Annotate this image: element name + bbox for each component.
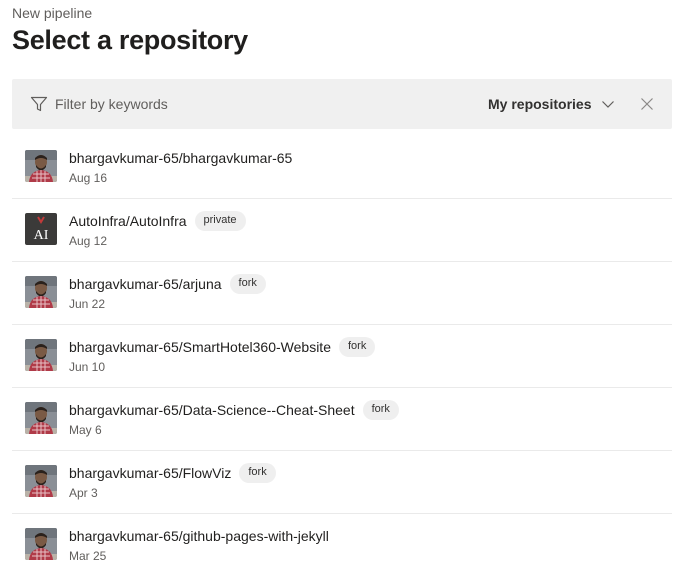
repository-list: bhargavkumar-65/bhargavkumar-65 Aug 16 AI… — [12, 136, 672, 576]
repository-date: Apr 3 — [69, 486, 98, 500]
repository-date: Mar 25 — [69, 549, 107, 563]
avatar — [25, 528, 57, 560]
repository-badge: private — [194, 211, 246, 231]
repository-row[interactable]: AI AutoInfra/AutoInfra private Aug 12 — [12, 199, 672, 262]
repository-title-line: bhargavkumar-65/SmartHotel360-Website for… — [69, 337, 376, 357]
repository-row[interactable]: bhargavkumar-65/github-pages-with-jekyll… — [12, 514, 672, 576]
filter-input[interactable]: Filter by keywords — [55, 96, 168, 112]
repository-date: Aug 12 — [69, 234, 108, 248]
avatar — [25, 276, 57, 308]
repository-name[interactable]: AutoInfra/AutoInfra — [69, 213, 187, 229]
avatar — [25, 402, 57, 434]
org-avatar: AI — [25, 213, 57, 245]
repository-date: Jun 10 — [69, 360, 106, 374]
repository-scope-dropdown[interactable]: My repositories — [488, 94, 615, 114]
repository-row[interactable]: bhargavkumar-65/SmartHotel360-Website for… — [12, 325, 672, 388]
repository-name[interactable]: bhargavkumar-65/SmartHotel360-Website — [69, 339, 331, 355]
repository-title-line: bhargavkumar-65/arjuna fork — [69, 274, 266, 294]
repository-name[interactable]: bhargavkumar-65/Data-Science--Cheat-Shee… — [69, 402, 355, 418]
repository-title-line: bhargavkumar-65/FlowViz fork — [69, 463, 276, 483]
repository-title-line: bhargavkumar-65/Data-Science--Cheat-Shee… — [69, 400, 399, 420]
repository-scope-label: My repositories — [488, 96, 592, 112]
repository-badge: fork — [239, 463, 276, 483]
repository-title-line: AutoInfra/AutoInfra private — [69, 211, 246, 231]
avatar — [25, 150, 57, 182]
repository-row[interactable]: bhargavkumar-65/arjuna fork Jun 22 — [12, 262, 672, 325]
repository-name[interactable]: bhargavkumar-65/FlowViz — [69, 465, 231, 481]
repository-name[interactable]: bhargavkumar-65/arjuna — [69, 276, 222, 292]
repository-date: Jun 22 — [69, 297, 106, 311]
repository-badge: fork — [229, 274, 266, 294]
repository-date: Aug 16 — [69, 171, 108, 185]
org-avatar-text: AI — [34, 228, 49, 243]
filter-icon — [30, 96, 48, 112]
repository-title-line: bhargavkumar-65/github-pages-with-jekyll — [69, 526, 329, 546]
repository-badge: fork — [338, 337, 376, 357]
avatar — [25, 339, 57, 371]
repository-row[interactable]: bhargavkumar-65/bhargavkumar-65 Aug 16 — [12, 136, 672, 199]
close-icon[interactable] — [639, 96, 655, 112]
chevron-down-icon — [602, 101, 615, 108]
avatar — [25, 465, 57, 497]
repository-row[interactable]: bhargavkumar-65/FlowViz fork Apr 3 — [12, 451, 672, 514]
repository-badge: fork — [362, 400, 399, 420]
repository-date: May 6 — [69, 423, 102, 437]
repository-name[interactable]: bhargavkumar-65/github-pages-with-jekyll — [69, 528, 329, 544]
page-title: Select a repository — [12, 25, 248, 55]
breadcrumb: New pipeline — [12, 5, 93, 21]
filter-bar: Filter by keywords My repositories — [12, 79, 672, 129]
repository-title-line: bhargavkumar-65/bhargavkumar-65 — [69, 148, 292, 168]
repository-name[interactable]: bhargavkumar-65/bhargavkumar-65 — [69, 150, 292, 166]
repository-row[interactable]: bhargavkumar-65/Data-Science--Cheat-Shee… — [12, 388, 672, 451]
